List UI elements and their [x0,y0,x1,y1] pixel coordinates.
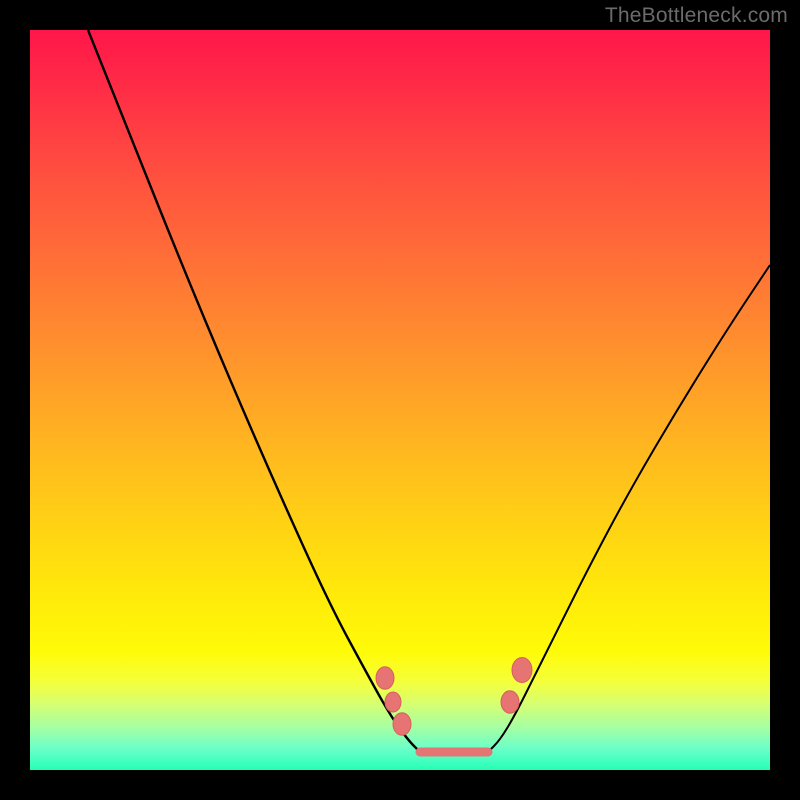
marker-right-upper [512,658,532,683]
chart-svg [30,30,770,770]
watermark-text: TheBottleneck.com [605,4,788,28]
chart-frame: TheBottleneck.com [0,0,800,800]
marker-left-lower [393,713,411,736]
plot-area [30,30,770,770]
marker-left-mid [385,692,401,712]
marker-group [376,658,532,736]
left-curve [88,30,420,752]
right-curve [488,265,770,752]
marker-left-upper [376,667,394,690]
marker-right-lower [501,691,519,714]
